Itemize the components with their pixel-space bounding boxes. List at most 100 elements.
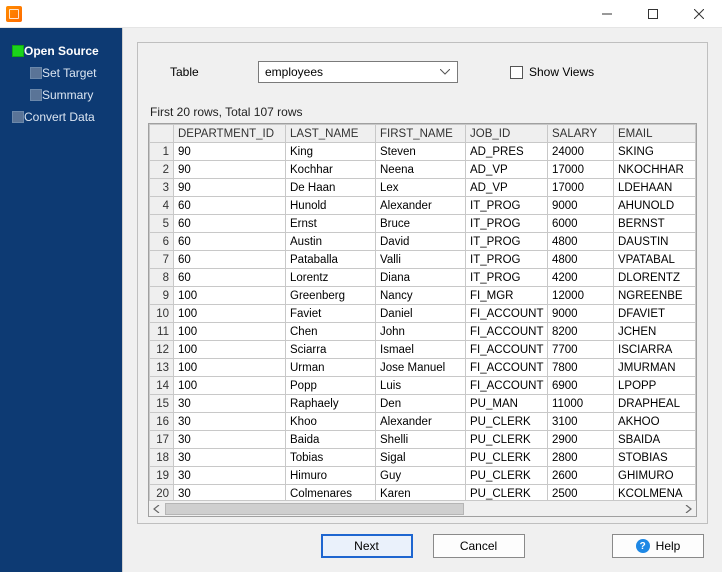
cell-job_id[interactable]: FI_MGR bbox=[466, 287, 548, 305]
table-row[interactable]: 660AustinDavidIT_PROG4800DAUSTIN bbox=[150, 233, 696, 251]
scrollbar-track[interactable] bbox=[165, 503, 680, 515]
cell-first_name[interactable]: Alexander bbox=[376, 197, 466, 215]
cell-email[interactable]: AHUNOLD bbox=[614, 197, 696, 215]
column-header-email[interactable]: EMAIL bbox=[614, 125, 696, 143]
cell-email[interactable]: VPATABAL bbox=[614, 251, 696, 269]
cell-first_name[interactable]: Valli bbox=[376, 251, 466, 269]
cell-salary[interactable]: 8200 bbox=[548, 323, 614, 341]
table-dropdown[interactable]: employees bbox=[258, 61, 458, 83]
sidebar-item-set-target[interactable]: Set Target bbox=[24, 62, 116, 84]
cell-first_name[interactable]: Shelli bbox=[376, 431, 466, 449]
cell-job_id[interactable]: PU_CLERK bbox=[466, 467, 548, 485]
cell-last_name[interactable]: Urman bbox=[286, 359, 376, 377]
table-row[interactable]: 14100PoppLuisFI_ACCOUNT6900LPOPP bbox=[150, 377, 696, 395]
show-views-checkbox[interactable]: Show Views bbox=[510, 65, 594, 79]
cell-department_id[interactable]: 100 bbox=[174, 377, 286, 395]
cell-first_name[interactable]: Nancy bbox=[376, 287, 466, 305]
cell-first_name[interactable]: Lex bbox=[376, 179, 466, 197]
cell-last_name[interactable]: Sciarra bbox=[286, 341, 376, 359]
table-row[interactable]: 2030ColmenaresKarenPU_CLERK2500KCOLMENA bbox=[150, 485, 696, 501]
cell-department_id[interactable]: 60 bbox=[174, 197, 286, 215]
cell-email[interactable]: NGREENBE bbox=[614, 287, 696, 305]
cell-first_name[interactable]: Karen bbox=[376, 485, 466, 501]
cell-last_name[interactable]: Baida bbox=[286, 431, 376, 449]
cell-email[interactable]: BERNST bbox=[614, 215, 696, 233]
cell-salary[interactable]: 9000 bbox=[548, 197, 614, 215]
cell-department_id[interactable]: 100 bbox=[174, 323, 286, 341]
cell-email[interactable]: SBAIDA bbox=[614, 431, 696, 449]
cell-email[interactable]: KCOLMENA bbox=[614, 485, 696, 501]
cell-job_id[interactable]: FI_ACCOUNT bbox=[466, 323, 548, 341]
cell-job_id[interactable]: FI_ACCOUNT bbox=[466, 305, 548, 323]
cell-last_name[interactable]: Raphaely bbox=[286, 395, 376, 413]
table-row[interactable]: 10100FavietDanielFI_ACCOUNT9000DFAVIET bbox=[150, 305, 696, 323]
table-row[interactable]: 1930HimuroGuyPU_CLERK2600GHIMURO bbox=[150, 467, 696, 485]
cell-job_id[interactable]: FI_ACCOUNT bbox=[466, 377, 548, 395]
table-row[interactable]: 1830TobiasSigalPU_CLERK2800STOBIAS bbox=[150, 449, 696, 467]
cell-last_name[interactable]: King bbox=[286, 143, 376, 161]
sidebar-item-convert-data[interactable]: Convert Data bbox=[6, 106, 116, 128]
cell-email[interactable]: DAUSTIN bbox=[614, 233, 696, 251]
cell-job_id[interactable]: IT_PROG bbox=[466, 269, 548, 287]
cell-email[interactable]: JCHEN bbox=[614, 323, 696, 341]
cell-last_name[interactable]: De Haan bbox=[286, 179, 376, 197]
cell-job_id[interactable]: PU_CLERK bbox=[466, 485, 548, 501]
cell-department_id[interactable]: 30 bbox=[174, 431, 286, 449]
cell-salary[interactable]: 2800 bbox=[548, 449, 614, 467]
column-header-job_id[interactable]: JOB_ID bbox=[466, 125, 548, 143]
column-header-first_name[interactable]: FIRST_NAME bbox=[376, 125, 466, 143]
cell-job_id[interactable]: PU_CLERK bbox=[466, 413, 548, 431]
cell-first_name[interactable]: Steven bbox=[376, 143, 466, 161]
cell-salary[interactable]: 12000 bbox=[548, 287, 614, 305]
cell-job_id[interactable]: FI_ACCOUNT bbox=[466, 359, 548, 377]
cell-job_id[interactable]: IT_PROG bbox=[466, 215, 548, 233]
cell-department_id[interactable]: 30 bbox=[174, 467, 286, 485]
cell-last_name[interactable]: Himuro bbox=[286, 467, 376, 485]
close-button[interactable] bbox=[676, 0, 722, 28]
cell-job_id[interactable]: AD_VP bbox=[466, 161, 548, 179]
cell-salary[interactable]: 6900 bbox=[548, 377, 614, 395]
maximize-button[interactable] bbox=[630, 0, 676, 28]
cell-salary[interactable]: 17000 bbox=[548, 179, 614, 197]
scroll-right-icon[interactable] bbox=[680, 501, 696, 517]
cell-department_id[interactable]: 30 bbox=[174, 395, 286, 413]
cell-last_name[interactable]: Kochhar bbox=[286, 161, 376, 179]
cell-department_id[interactable]: 60 bbox=[174, 215, 286, 233]
cell-email[interactable]: AKHOO bbox=[614, 413, 696, 431]
cell-email[interactable]: DLORENTZ bbox=[614, 269, 696, 287]
cell-email[interactable]: LDEHAAN bbox=[614, 179, 696, 197]
cell-email[interactable]: LPOPP bbox=[614, 377, 696, 395]
cell-email[interactable]: DRAPHEAL bbox=[614, 395, 696, 413]
column-header-department_id[interactable]: DEPARTMENT_ID bbox=[174, 125, 286, 143]
cell-first_name[interactable]: Ismael bbox=[376, 341, 466, 359]
sidebar-item-open-source[interactable]: Open Source bbox=[6, 40, 116, 62]
horizontal-scrollbar[interactable] bbox=[149, 500, 696, 516]
cell-salary[interactable]: 17000 bbox=[548, 161, 614, 179]
cell-department_id[interactable]: 100 bbox=[174, 287, 286, 305]
table-row[interactable]: 12100SciarraIsmaelFI_ACCOUNT7700ISCIARRA bbox=[150, 341, 696, 359]
cell-salary[interactable]: 24000 bbox=[548, 143, 614, 161]
cell-department_id[interactable]: 60 bbox=[174, 251, 286, 269]
cell-last_name[interactable]: Tobias bbox=[286, 449, 376, 467]
cell-first_name[interactable]: John bbox=[376, 323, 466, 341]
column-header-last_name[interactable]: LAST_NAME bbox=[286, 125, 376, 143]
table-row[interactable]: 1730BaidaShelliPU_CLERK2900SBAIDA bbox=[150, 431, 696, 449]
cell-first_name[interactable]: Jose Manuel bbox=[376, 359, 466, 377]
minimize-button[interactable] bbox=[584, 0, 630, 28]
cell-department_id[interactable]: 30 bbox=[174, 485, 286, 501]
table-row[interactable]: 460HunoldAlexanderIT_PROG9000AHUNOLD bbox=[150, 197, 696, 215]
cell-job_id[interactable]: FI_ACCOUNT bbox=[466, 341, 548, 359]
cell-job_id[interactable]: AD_PRES bbox=[466, 143, 548, 161]
cell-first_name[interactable]: Sigal bbox=[376, 449, 466, 467]
cell-first_name[interactable]: Bruce bbox=[376, 215, 466, 233]
cell-salary[interactable]: 7800 bbox=[548, 359, 614, 377]
table-row[interactable]: 13100UrmanJose ManuelFI_ACCOUNT7800JMURM… bbox=[150, 359, 696, 377]
scroll-left-icon[interactable] bbox=[149, 501, 165, 517]
cell-salary[interactable]: 7700 bbox=[548, 341, 614, 359]
table-row[interactable]: 9100GreenbergNancyFI_MGR12000NGREENBE bbox=[150, 287, 696, 305]
cell-first_name[interactable]: Guy bbox=[376, 467, 466, 485]
table-row[interactable]: 390De HaanLexAD_VP17000LDEHAAN bbox=[150, 179, 696, 197]
cell-last_name[interactable]: Faviet bbox=[286, 305, 376, 323]
cell-salary[interactable]: 3100 bbox=[548, 413, 614, 431]
cell-last_name[interactable]: Pataballa bbox=[286, 251, 376, 269]
